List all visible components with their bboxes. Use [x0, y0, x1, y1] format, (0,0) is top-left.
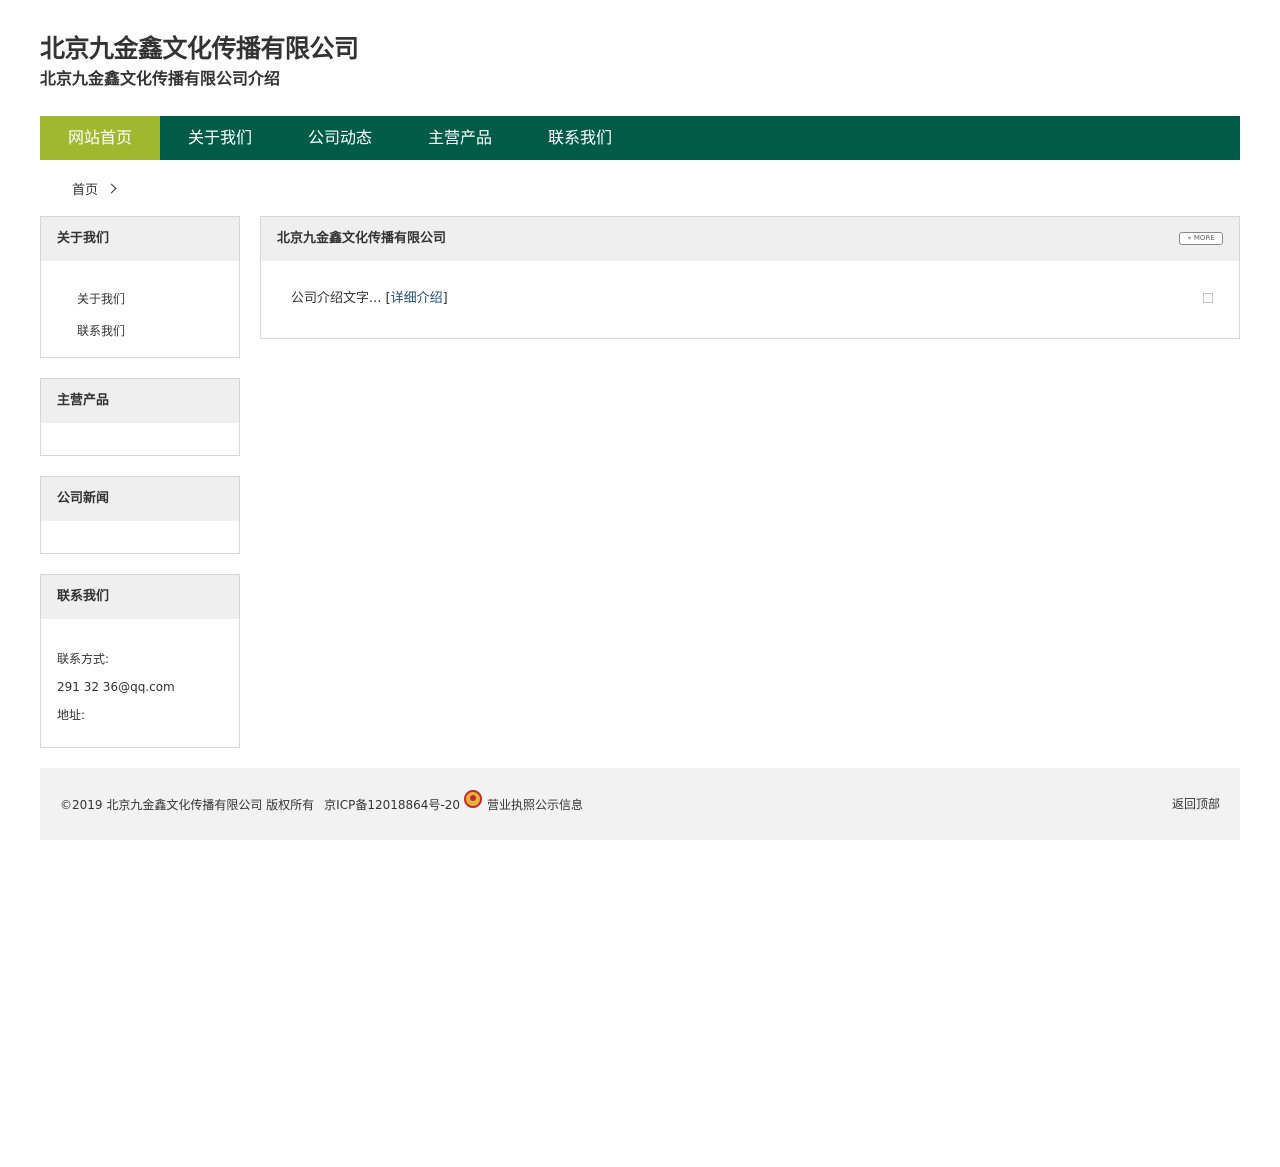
company-intro-box: 北京九金鑫文化传播有限公司 » MORE 公司介绍文字... [详细介绍] — [260, 216, 1240, 339]
sidebar-news-box: 公司新闻 — [40, 476, 240, 554]
national-emblem-icon — [464, 790, 483, 808]
company-intro-title-bar: 北京九金鑫文化传播有限公司 » MORE — [261, 217, 1239, 261]
breadcrumb-home-link[interactable]: 首页 — [72, 179, 98, 198]
sidebar-link-about[interactable]: 关于我们 — [77, 283, 239, 315]
breadcrumb: 首页 — [72, 178, 117, 198]
main-nav: 网站首页 关于我们 公司动态 主营产品 联系我们 — [40, 116, 1240, 160]
contact-method-label: 联系方式: — [57, 652, 110, 666]
sidebar-about-box: 关于我们 关于我们 联系我们 — [40, 216, 240, 358]
nav-item-about[interactable]: 关于我们 — [160, 116, 280, 160]
sidebar-contact-box: 联系我们 联系方式: 291 32 36@qq.com 地址: — [40, 574, 240, 748]
site-title: 北京九金鑫文化传播有限公司 — [40, 34, 359, 63]
intro-text: 公司介绍文字... — [291, 291, 382, 306]
sidebar-contact-title: 联系我们 — [41, 575, 239, 619]
footer-icp-link[interactable]: 京ICP备12018864号-20 — [324, 796, 460, 813]
more-button[interactable]: » MORE — [1179, 232, 1223, 245]
footer: ©2019 北京九金鑫文化传播有限公司 版权所有 京ICP备12018864号-… — [40, 768, 1240, 840]
site-header: 北京九金鑫文化传播有限公司 北京九金鑫文化传播有限公司介绍 — [40, 32, 359, 91]
site-subtitle: 北京九金鑫文化传播有限公司介绍 — [40, 69, 281, 88]
company-intro-title: 北京九金鑫文化传播有限公司 — [277, 231, 447, 246]
sidebar-about-links: 关于我们 联系我们 — [41, 261, 239, 361]
sidebar-link-contact[interactable]: 联系我们 — [77, 315, 239, 347]
contact-address-label: 地址: — [57, 708, 86, 722]
footer-info: ©2019 北京九金鑫文化传播有限公司 版权所有 京ICP备12018864号-… — [60, 790, 583, 813]
company-intro-body: 公司介绍文字... [详细介绍] — [261, 261, 1239, 338]
nav-item-products[interactable]: 主营产品 — [400, 116, 520, 160]
detail-link-wrapper: [详细介绍] — [385, 291, 448, 306]
nav-item-news[interactable]: 公司动态 — [280, 116, 400, 160]
sidebar-products-box: 主营产品 — [40, 378, 240, 456]
sidebar-news-title: 公司新闻 — [41, 477, 239, 521]
contact-email: 291 32 36@qq.com — [57, 680, 175, 694]
detail-link[interactable]: 详细介绍 — [391, 291, 443, 306]
broken-image-icon — [1203, 293, 1213, 303]
chevron-right-icon — [106, 183, 117, 193]
sidebar-about-title: 关于我们 — [41, 217, 239, 261]
footer-copyright: ©2019 北京九金鑫文化传播有限公司 版权所有 — [60, 797, 315, 812]
sidebar-products-title: 主营产品 — [41, 379, 239, 423]
nav-item-home[interactable]: 网站首页 — [40, 116, 160, 160]
nav-item-contact[interactable]: 联系我们 — [520, 116, 640, 160]
sidebar-contact-body: 联系方式: 291 32 36@qq.com 地址: — [41, 619, 239, 743]
back-to-top-link[interactable]: 返回顶部 — [1172, 795, 1220, 813]
footer-license-link[interactable]: 营业执照公示信息 — [487, 796, 583, 813]
